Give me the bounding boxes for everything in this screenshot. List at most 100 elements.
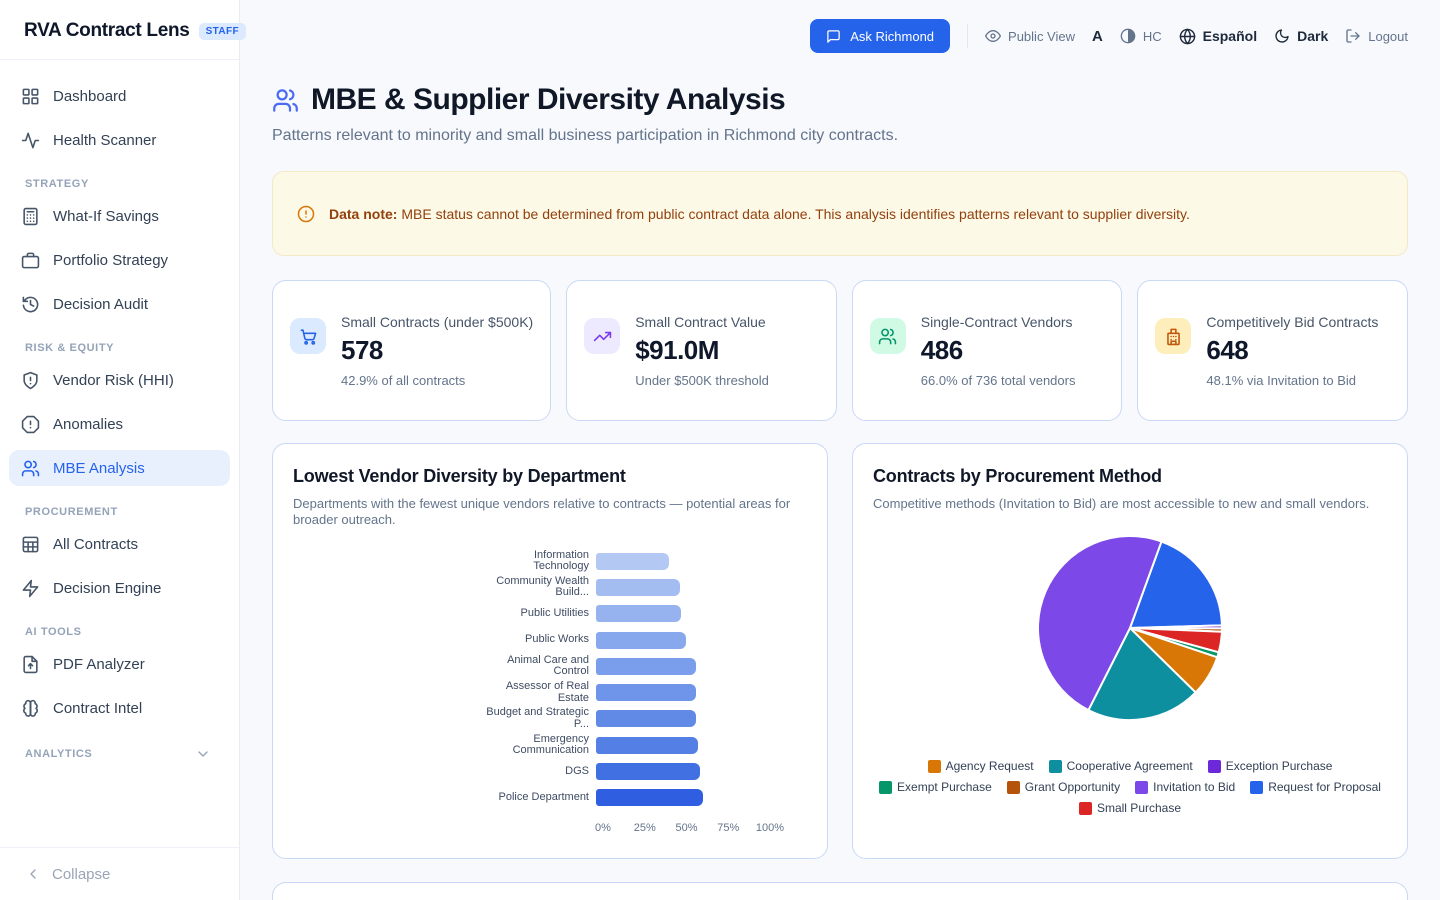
sidebar-item-label: Anomalies (53, 415, 124, 433)
bar-track (596, 552, 763, 570)
stat-value: $91.0M (635, 334, 719, 365)
bar-row-assessor-of-real-estate: Assessor of Real Estate (293, 679, 807, 705)
users-icon (869, 318, 906, 354)
bar-category-label: Community Wealth Build... (496, 574, 589, 599)
high-contrast-button[interactable]: HC (1120, 28, 1162, 44)
legend-row: Agency Request Cooperative Agreement Excep… (927, 759, 1333, 773)
building-icon (1155, 318, 1192, 354)
sidebar-item-health-scanner[interactable]: Health Scanner (9, 122, 230, 158)
section-label: RISK & EQUITY (25, 342, 115, 354)
legend-row: Small Purchase (1078, 801, 1182, 815)
bar-track (596, 710, 763, 728)
sidebar-item-label: Decision Audit (53, 295, 149, 313)
moon-icon (1274, 28, 1290, 44)
sidebar-item-contract-intel[interactable]: Contract Intel (9, 690, 230, 726)
font-size-button[interactable]: A (1092, 28, 1103, 45)
data-note-body: MBE status cannot be determined from pub… (397, 205, 1190, 222)
sidebar-section-risk-equity: RISK & EQUITY (9, 330, 230, 362)
legend-swatch (1006, 780, 1020, 794)
sidebar-item-mbe-analysis[interactable]: MBE Analysis (9, 450, 230, 486)
bar-category-label: Animal Care and Control (507, 653, 589, 678)
bar (596, 605, 682, 623)
section-label: STRATEGY (25, 178, 89, 190)
bar-category-label: Information Technology (533, 548, 589, 573)
stat-label: Small Contract Value (635, 313, 766, 330)
stat-label: Competitively Bid Contracts (1206, 313, 1379, 330)
sidebar-item-label: PDF Analyzer (53, 655, 145, 673)
bar-row-public-works: Public Works (293, 627, 807, 653)
sidebar-item-label: Dashboard (53, 87, 127, 105)
collapse-button[interactable]: Collapse (0, 847, 239, 900)
brand: RVA Contract Lens STAFF (0, 0, 247, 60)
stat-card-competitively-bid-contracts: Competitively Bid Contracts 648 48.1% via … (1137, 280, 1408, 421)
pie-chart-title: Contracts by Procurement Method (873, 466, 1162, 486)
dashboard-icon (21, 87, 40, 106)
legend-item-request-for-proposal: Request for Proposal (1250, 780, 1381, 794)
pie-chart (1035, 533, 1225, 723)
pie-chart-subtitle: Competitive methods (Invitation to Bid) … (873, 496, 1370, 511)
stat-sub: Under $500K threshold (635, 372, 769, 388)
bar-track (596, 605, 763, 623)
page-subtitle: Patterns relevant to minority and small … (272, 127, 899, 144)
chevron-left-icon (25, 866, 41, 882)
legend-item-exception-purchase: Exception Purchase (1207, 759, 1333, 773)
legend-label: Small Purchase (1096, 801, 1182, 815)
language-button[interactable]: Español (1179, 28, 1257, 45)
stat-value: 648 (1206, 334, 1249, 365)
bar-track (596, 631, 763, 649)
bar-row-police-department: Police Department (293, 785, 807, 811)
public-view-button[interactable]: Public View (985, 28, 1075, 44)
bar-row-dgs: DGS (293, 758, 807, 784)
activity-icon (21, 131, 40, 150)
bar-row-public-utilities: Public Utilities (293, 601, 807, 627)
data-note-banner: Data note: MBE status cannot be determin… (272, 171, 1408, 256)
sidebar-item-portfolio-strategy[interactable]: Portfolio Strategy (9, 242, 230, 278)
legend-row: Exempt Purchase Grant Opportunity Invitati… (879, 780, 1381, 794)
sidebar-section-analytics[interactable]: ANALYTICS (9, 734, 230, 770)
logout-button[interactable]: Logout (1345, 28, 1408, 44)
bar-category-label: Police Department (498, 791, 590, 804)
sidebar-item-vendor-risk-hhi[interactable]: Vendor Risk (HHI) (9, 362, 230, 398)
theme-toggle-button[interactable]: Dark (1274, 28, 1328, 44)
stat-label: Single-Contract Vendors (920, 313, 1073, 330)
bar-chart-card: Lowest Vendor Diversity by Department De… (272, 443, 828, 859)
chevron-down-icon (195, 746, 222, 762)
sidebar-item-decision-engine[interactable]: Decision Engine (9, 570, 230, 606)
users-icon (21, 459, 40, 478)
bar-track (596, 736, 763, 754)
bar (596, 578, 680, 596)
legend-item-small-purchase: Small Purchase (1078, 801, 1182, 815)
legend-label: Cooperative Agreement (1066, 759, 1193, 773)
theme-label: Dark (1297, 28, 1329, 44)
stat-card-small-contracts-under-500k: Small Contracts (under $500K) 578 42.9% of… (272, 280, 552, 421)
sidebar-item-label: Contract Intel (53, 699, 143, 717)
sidebar-item-pdf-analyzer[interactable]: PDF Analyzer (9, 646, 230, 682)
x-axis-tick: 25% (633, 821, 656, 834)
collapse-label: Collapse (52, 865, 111, 883)
stat-sub: 48.1% via Invitation to Bid (1206, 372, 1356, 388)
bar-category-label: Public Utilities (520, 606, 589, 619)
contrast-icon (1120, 28, 1136, 44)
sidebar-item-anomalies[interactable]: Anomalies (9, 406, 230, 442)
main-content: Ask Richmond Public View A HC Español Da… (240, 19, 1440, 900)
cart-icon (290, 318, 326, 354)
bar-category-label: Public Works (525, 633, 589, 646)
sidebar-item-all-contracts[interactable]: All Contracts (9, 526, 230, 562)
sidebar-item-dashboard[interactable]: Dashboard (9, 78, 230, 114)
x-axis-tick: 50% (675, 821, 698, 834)
bar (596, 552, 670, 570)
stat-sub: 42.9% of all contracts (341, 372, 466, 388)
ask-richmond-button[interactable]: Ask Richmond (810, 19, 951, 53)
sidebar-item-what-if-savings[interactable]: What-If Savings (9, 198, 230, 234)
sidebar-item-label: All Contracts (53, 535, 139, 553)
stat-label: Small Contracts (under $500K) (341, 313, 534, 330)
stat-cards: Small Contracts (under $500K) 578 42.9% of… (272, 280, 1408, 421)
sidebar-item-label: MBE Analysis (53, 459, 145, 477)
bar (596, 684, 697, 702)
legend-label: Exception Purchase (1225, 759, 1333, 773)
ask-richmond-label: Ask Richmond (850, 28, 935, 44)
brain-icon (21, 699, 40, 718)
sidebar-item-decision-audit[interactable]: Decision Audit (9, 286, 230, 322)
sidebar-item-label: Decision Engine (53, 579, 162, 597)
legend-item-agency-request: Agency Request (927, 759, 1034, 773)
